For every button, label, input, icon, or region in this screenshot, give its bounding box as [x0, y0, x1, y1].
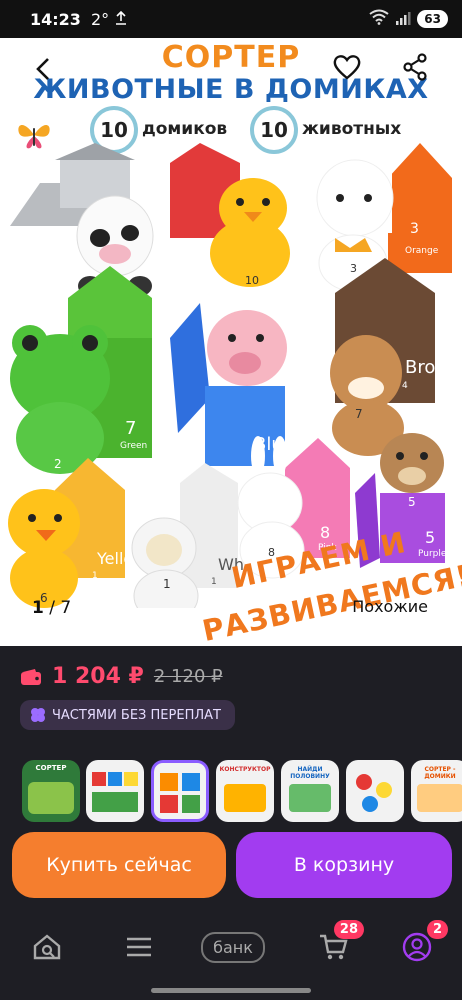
toy-label: 10	[245, 274, 259, 287]
menu-icon	[127, 937, 151, 957]
toy-label: Green	[120, 441, 147, 451]
nav-catalog[interactable]	[114, 924, 164, 970]
home-search-icon	[33, 934, 61, 960]
toy-label: 3	[350, 262, 357, 275]
thumbnail[interactable]	[86, 760, 144, 822]
houses-count-label: домиков	[142, 119, 228, 139]
toy-label: 7	[125, 418, 136, 439]
bank-label: банк	[201, 931, 265, 963]
thumbnail-caption: СОРТЕР	[35, 764, 67, 772]
thumbnail[interactable]: СОРТЕР	[22, 760, 80, 822]
profile-badge: 2	[426, 920, 448, 939]
price-old: 2 120 ₽	[153, 666, 223, 687]
battery-indicator: 63	[417, 10, 448, 28]
image-counter: 1 / 7	[32, 598, 71, 618]
status-time: 14:23	[30, 9, 81, 29]
toy-label: 8	[320, 523, 330, 542]
price-row: 1 204 ₽ 2 120 ₽	[20, 664, 223, 689]
similar-link[interactable]: Похожие	[352, 597, 428, 616]
share-button[interactable]	[398, 50, 432, 84]
wallet-icon	[21, 668, 41, 685]
image-title-line1: СОРТЕР	[161, 40, 301, 75]
toy-label: 4	[402, 381, 408, 391]
thumbnail[interactable]: КОНСТРУКТОР	[216, 760, 274, 822]
wifi-icon	[369, 9, 389, 29]
home-indicator[interactable]	[151, 988, 311, 993]
thumbnail-caption: НАЙДИ ПОЛОВИНУ	[290, 766, 330, 780]
image-counter-current: 1	[32, 598, 44, 618]
installment-badge[interactable]: ЧАСТЯМИ БЕЗ ПЕРЕПЛАТ	[20, 700, 235, 730]
image-counter-total: / 7	[49, 598, 72, 618]
toy-label: Purple	[418, 549, 447, 559]
heart-icon	[333, 55, 361, 80]
add-to-cart-button[interactable]: В корзину	[236, 832, 452, 898]
toy-label: 7	[355, 407, 363, 421]
chevron-left-icon	[36, 58, 49, 80]
related-products-strip[interactable]: СОРТЕР КОНСТРУКТОР НАЙДИ ПОЛОВИНУ СОРТЕР…	[0, 752, 462, 822]
toy-label: 5	[408, 495, 416, 509]
nav-bank[interactable]: банк	[200, 924, 266, 970]
share-icon	[403, 53, 427, 81]
favorite-button[interactable]	[330, 50, 364, 84]
image-title-line2: ЖИВОТНЫЕ В ДОМИКАХ	[33, 74, 429, 105]
toy-label: 1	[163, 577, 171, 591]
signal-icon	[395, 10, 411, 29]
profile-icon	[402, 932, 432, 962]
toy-label: 1	[211, 577, 217, 587]
upload-icon	[115, 10, 127, 29]
thumbnail-caption: КОНСТРУКТОР	[219, 766, 271, 773]
thumbnail[interactable]: СОРТЕР - ДОМИКИ	[411, 760, 462, 822]
installment-icon	[31, 708, 45, 722]
thumbnail[interactable]	[346, 760, 404, 822]
price-current: 1 204 ₽	[52, 664, 144, 689]
bottom-navigation: банк 28 2	[0, 912, 462, 982]
buy-now-button[interactable]: Купить сейчас	[12, 832, 226, 898]
toy-label: 3	[410, 221, 419, 237]
thumbnail[interactable]: НАЙДИ ПОЛОВИНУ	[281, 760, 339, 822]
toy-label: Orange	[405, 246, 439, 256]
product-image-gallery[interactable]: СОРТЕР ЖИВОТНЫЕ В ДОМИКАХ 10 домиков 10 …	[0, 38, 462, 646]
animals-count-label: животных	[302, 119, 402, 139]
status-temperature: 2°	[90, 9, 110, 29]
back-button[interactable]	[26, 52, 60, 86]
toy-label: Brown	[405, 357, 462, 378]
status-bar: 14:23 2° 63	[0, 0, 462, 38]
installment-label: ЧАСТЯМИ БЕЗ ПЕРЕПЛАТ	[52, 707, 221, 723]
thumbnail-active[interactable]	[151, 760, 209, 822]
nav-profile[interactable]: 2	[392, 920, 448, 970]
toy-label: 2	[54, 457, 62, 471]
toy-label: 5	[425, 528, 435, 547]
nav-cart[interactable]: 28	[308, 920, 364, 970]
nav-home[interactable]	[22, 924, 72, 970]
cart-badge: 28	[333, 920, 364, 939]
thumbnail-caption: СОРТЕР - ДОМИКИ	[424, 766, 456, 780]
toy-label: 1	[92, 571, 98, 581]
